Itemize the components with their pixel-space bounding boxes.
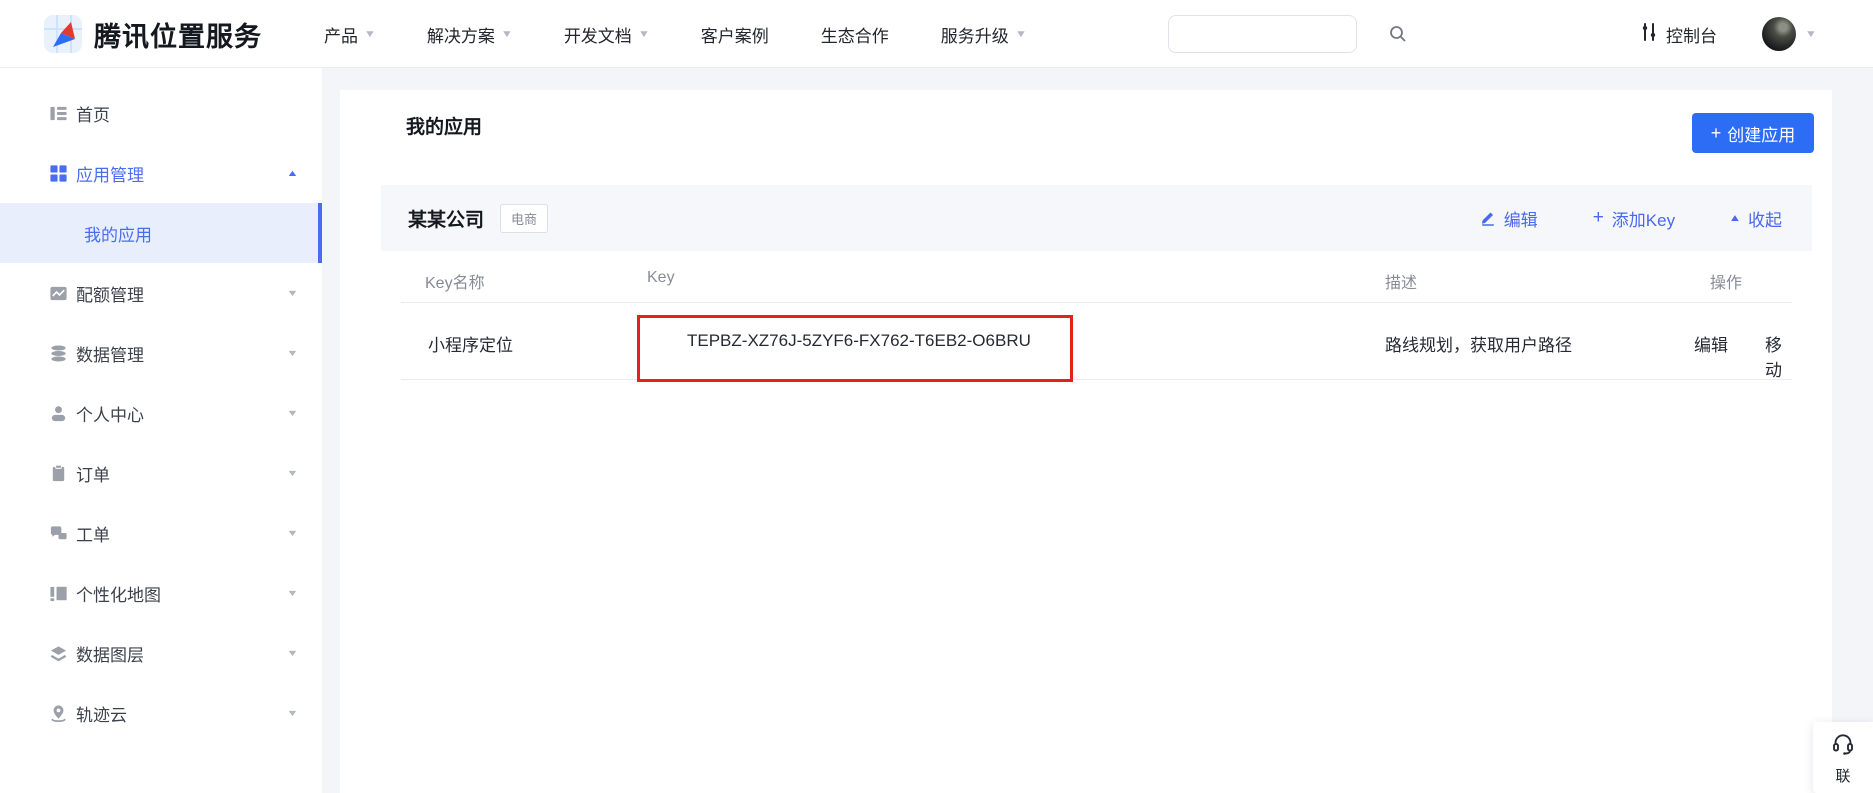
create-app-button[interactable]: + 创建应用 [1692,113,1814,153]
clipboard-icon [48,463,68,483]
chevron-down-icon: ▼ [286,408,298,418]
chevron-down-icon: ▼ [501,29,513,40]
main-content: 我的应用 + 创建应用 某某公司 电商 编辑 [340,90,1832,793]
sidebar-item-data-management[interactable]: 数据管理 ▼ [0,323,322,383]
chevron-down-icon: ▼ [286,648,298,658]
grid-icon [48,163,68,183]
nav-item-docs[interactable]: 开发文档 ▼ [564,22,649,47]
row-edit-link[interactable]: 编辑 [1694,331,1728,356]
chevron-up-icon: ▲ [286,168,298,178]
chevron-down-icon: ▼ [638,29,650,40]
sidebar-item-tickets[interactable]: 工单 ▼ [0,503,322,563]
nav-item-upgrade[interactable]: 服务升级 ▼ [941,22,1026,47]
page-title: 我的应用 [406,112,482,139]
layers-icon [48,643,68,663]
nav-item-cases[interactable]: 客户案例 [701,22,769,47]
nav-item-products[interactable]: 产品 ▼ [324,22,375,47]
home-list-icon [48,103,68,123]
edit-app-link[interactable]: 编辑 [1480,206,1538,231]
chevron-down-icon: ▼ [1014,29,1026,40]
page: 腾讯位置服务 产品 ▼ 解决方案 ▼ 开发文档 ▼ 客户案例 [0,0,1873,793]
chat-bubbles-icon [48,523,68,543]
logo-text: 腾讯位置服务 [94,15,262,54]
chevron-down-icon: ▼ [286,588,298,598]
search-input[interactable] [1169,16,1388,52]
chevron-down-icon: ▼ [286,348,298,358]
company-name: 某某公司 [408,205,484,232]
sliders-icon [1640,22,1658,47]
pencil-icon [1480,210,1496,226]
plus-icon: + [1593,207,1604,229]
search-icon[interactable] [1388,24,1408,44]
location-pin-icon [48,703,68,723]
sidebar-item-personal-center[interactable]: 个人中心 ▼ [0,383,322,443]
key-name-cell: 小程序定位 [428,331,513,356]
plus-icon: + [1711,123,1722,144]
nav-menu: 产品 ▼ 解决方案 ▼ 开发文档 ▼ 客户案例 生态合作 服 [324,22,1078,47]
sidebar-item-my-apps[interactable]: 我的应用 [0,203,322,263]
column-header-actions: 操作 [1710,269,1742,293]
map-icon [48,583,68,603]
app-card: 某某公司 电商 编辑 + 添加Key [381,185,1812,380]
contact-label: 联 [1835,765,1850,786]
key-desc-cell: 路线规划，获取用户路径 [1385,331,1572,356]
collapse-link[interactable]: ▲ 收起 [1730,206,1782,231]
nav-item-ecosystem[interactable]: 生态合作 [821,22,889,47]
row-move-link[interactable]: 移动 [1765,331,1792,381]
nav-item-solutions[interactable]: 解决方案 ▼ [427,22,512,47]
sidebar-item-quota[interactable]: 配额管理 ▼ [0,263,322,323]
key-value-cell: TEPBZ-XZ76J-5ZYF6-FX762-T6EB2-O6BRU [687,331,1031,351]
chevron-up-icon: ▲ [1729,213,1742,224]
chart-icon [48,283,68,303]
database-icon [48,343,68,363]
sidebar-item-app-management[interactable]: 应用管理 ▲ [0,143,322,203]
console-link[interactable]: 控制台 [1640,0,1717,68]
contact-widget[interactable]: 联 [1813,722,1873,793]
chevron-down-icon: ▼ [286,468,298,478]
person-icon [48,403,68,423]
search-box [1168,15,1357,53]
column-header-desc: 描述 [1385,269,1417,293]
table-header-row: Key名称 Key 描述 操作 [401,251,1792,303]
table-row: 小程序定位 TEPBZ-XZ76J-5ZYF6-FX762-T6EB2-O6BR… [401,303,1792,380]
chevron-down-icon: ▼ [286,288,298,298]
sidebar-item-data-layers[interactable]: 数据图层 ▼ [0,623,322,683]
user-avatar[interactable] [1762,17,1796,51]
sidebar-item-custom-map[interactable]: 个性化地图 ▼ [0,563,322,623]
sidebar-item-track-cloud[interactable]: 轨迹云 ▼ [0,683,322,743]
sidebar-item-orders[interactable]: 订单 ▼ [0,443,322,503]
top-navbar: 腾讯位置服务 产品 ▼ 解决方案 ▼ 开发文档 ▼ 客户案例 [0,0,1873,68]
add-key-link[interactable]: + 添加Key [1593,206,1675,231]
logo[interactable]: 腾讯位置服务 [44,15,262,54]
chevron-down-icon[interactable]: ▼ [1805,29,1817,40]
headset-icon [1830,731,1856,762]
app-card-header: 某某公司 电商 编辑 + 添加Key [381,185,1812,251]
compass-logo-icon [44,15,82,53]
chevron-down-icon: ▼ [286,708,298,718]
column-header-key-name: Key名称 [425,269,485,293]
sidebar-item-home[interactable]: 首页 [0,83,322,143]
category-tag: 电商 [500,204,548,233]
chevron-down-icon: ▼ [364,29,376,40]
column-header-key: Key [647,269,675,287]
sidebar: 首页 应用管理 ▲ 我的应用 配 [0,68,322,793]
chevron-down-icon: ▼ [286,528,298,538]
